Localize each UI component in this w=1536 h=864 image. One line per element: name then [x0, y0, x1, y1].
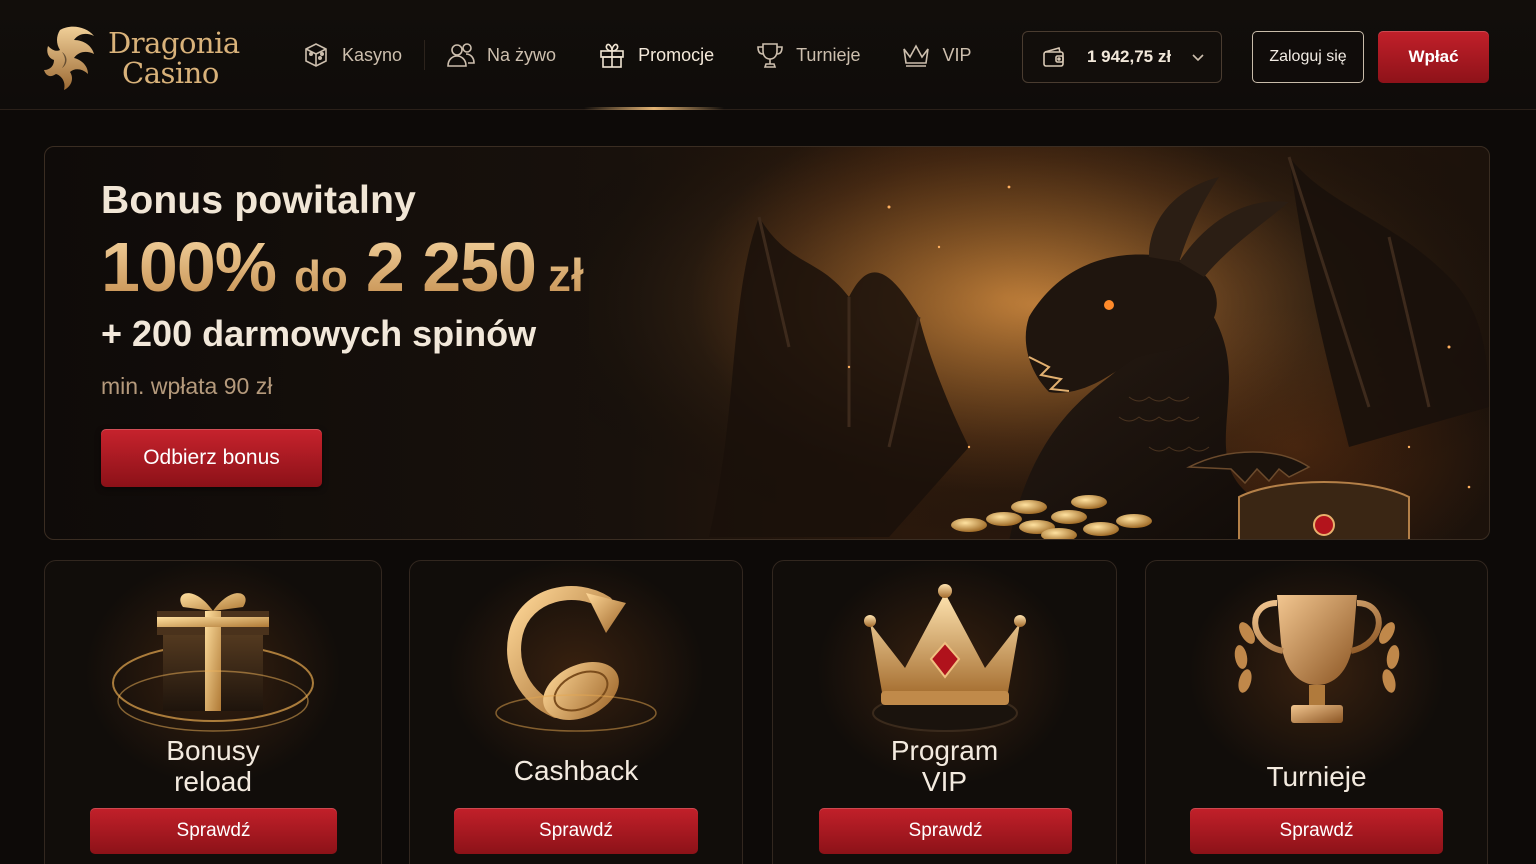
check-tournaments-button[interactable]: Sprawdź	[1190, 808, 1443, 854]
bonus-to: do	[294, 252, 348, 301]
vip-crown-icon	[863, 584, 1026, 732]
card-title-line1: Turnieje	[1266, 761, 1367, 792]
card-title-line1: Cashback	[513, 755, 639, 786]
check-vip-button[interactable]: Sprawdź	[819, 808, 1072, 854]
dice-icon	[305, 43, 327, 67]
promo-card-cashback[interactable]: Cashback Sprawdź	[409, 560, 743, 864]
nav-item-na-zywo[interactable]: Na żywo	[445, 0, 556, 110]
hero-bonus-amount: 100% do 2 250 zł	[101, 227, 584, 307]
nav-label-kasyno: Kasyno	[342, 44, 403, 65]
nav-divider	[424, 40, 426, 70]
card-title-line2: VIP	[921, 766, 968, 797]
nav-label-promocje: Promocje	[638, 44, 715, 65]
card-title-line1: Bonusy	[166, 735, 260, 766]
welcome-bonus-banner: Bonus powitalny 100% do 2 250 zł + 200 d…	[44, 146, 1490, 540]
wallet-balance: 1 942,75 zł	[1086, 47, 1172, 66]
dragon-logo-icon	[44, 26, 94, 90]
nav-item-vip[interactable]: VIP	[900, 0, 972, 110]
card-title-tournaments: Turnieje	[1146, 761, 1487, 792]
hero-min-deposit: min. wpłata 90 zł	[101, 373, 273, 399]
check-reload-button[interactable]: Sprawdź	[90, 808, 337, 854]
crown-icon	[903, 44, 930, 67]
bonus-percent: 100%	[101, 228, 277, 306]
users-icon	[447, 43, 475, 67]
trophy-cup-icon	[1234, 595, 1399, 723]
bonus-currency: zł	[547, 249, 584, 301]
check-cashback-button[interactable]: Sprawdź	[454, 808, 698, 854]
nav-item-turnieje[interactable]: Turnieje	[754, 0, 860, 110]
bonus-value: 2 250	[365, 228, 536, 306]
top-header: Dragonia Casino Kasyno Na żywo Promocje …	[0, 0, 1536, 110]
nav-label-turnieje: Turnieje	[796, 44, 861, 65]
nav-item-kasyno[interactable]: Kasyno	[300, 0, 402, 110]
chevron-down-icon	[1192, 54, 1204, 62]
promo-card-tournaments[interactable]: Turnieje Sprawdź	[1145, 560, 1488, 864]
promo-card-reload[interactable]: Bonusy reload Sprawdź	[44, 560, 382, 864]
wallet-balance-dropdown[interactable]: 1 942,75 zł	[1022, 31, 1222, 83]
gift-box-icon	[112, 593, 314, 732]
hero-free-spins: + 200 darmowych spinów	[101, 313, 537, 354]
card-title-line2: reload	[174, 766, 252, 797]
card-title-reload: Bonusy reload	[45, 735, 381, 797]
card-title-line1: Program	[890, 735, 999, 766]
brand-name-line1: Dragonia	[108, 26, 240, 60]
dragon-illustration	[589, 147, 1489, 539]
nav-item-promocje[interactable]: Promocje	[584, 0, 725, 110]
deposit-button[interactable]: Wpłać	[1378, 31, 1489, 83]
cashback-coin-icon	[495, 586, 657, 732]
hero-copy: Bonus powitalny 100% do 2 250 zł + 200 d…	[101, 179, 584, 400]
card-title-vip: Program VIP	[773, 735, 1116, 797]
nav-label-na-zywo: Na żywo	[487, 44, 557, 65]
card-title-cashback: Cashback	[410, 755, 742, 786]
nav-label-vip: VIP	[942, 44, 972, 65]
gift-icon	[600, 43, 624, 68]
brand-name-line2: Casino	[122, 56, 219, 90]
brand-logo[interactable]: Dragonia Casino	[40, 20, 260, 96]
claim-bonus-button[interactable]: Odbierz bonus	[101, 429, 322, 487]
trophy-icon	[757, 43, 783, 68]
brand-name: Dragonia Casino	[108, 28, 240, 88]
promo-card-vip[interactable]: Program VIP Sprawdź	[772, 560, 1117, 864]
main-nav: Kasyno Na żywo Promocje Turnieje VIP	[300, 0, 972, 110]
wallet-icon	[1043, 47, 1064, 67]
login-button[interactable]: Zaloguj się	[1252, 31, 1364, 83]
hero-title: Bonus powitalny	[101, 179, 416, 222]
